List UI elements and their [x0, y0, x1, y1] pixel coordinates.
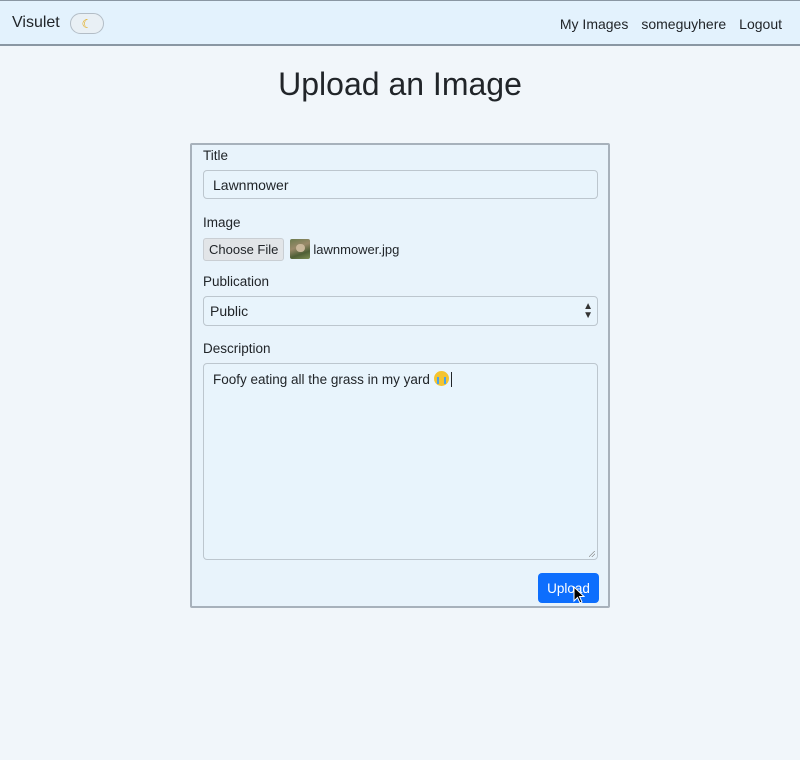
image-file-input: Choose File lawnmower.jpg — [203, 237, 399, 261]
publication-select-value: Public — [210, 303, 249, 319]
upload-button[interactable]: Upload — [538, 573, 599, 603]
choose-file-button[interactable]: Choose File — [203, 237, 285, 261]
select-arrows-icon: ▲ ▼ — [583, 301, 593, 321]
publication-label: Publication — [203, 274, 270, 289]
title-label: Title — [203, 148, 229, 163]
image-label: Image — [203, 215, 241, 230]
nav-link-username[interactable]: someguyhere — [641, 16, 726, 32]
resize-grip-icon[interactable] — [589, 551, 595, 557]
description-label: Description — [203, 341, 271, 356]
title-input-value: Lawnmower — [213, 177, 289, 193]
file-name: lawnmower.jpg — [313, 241, 400, 257]
description-text: Foofy eating all the grass in my yard — [213, 372, 430, 387]
image-thumbnail — [290, 239, 311, 259]
brand-link[interactable]: Visulet — [12, 14, 60, 32]
upload-form: Title Lawnmower Image Choose File lawnmo… — [190, 143, 610, 608]
page-title: Upload an Image — [278, 66, 522, 102]
title-input[interactable]: Lawnmower — [203, 170, 598, 199]
nav-links: My Images someguyhere Logout — [560, 16, 800, 32]
publication-select[interactable]: Public ▲ ▼ — [203, 296, 598, 326]
text-caret — [450, 372, 452, 387]
moon-icon: ☾ — [81, 16, 93, 31]
nav-link-my-images[interactable]: My Images — [560, 16, 628, 32]
navbar: Visulet ☾ My Images someguyhere Logout — [0, 0, 800, 46]
nav-link-logout[interactable]: Logout — [739, 16, 782, 32]
mouse-pointer-icon — [573, 586, 585, 604]
theme-toggle-button[interactable]: ☾ — [70, 13, 104, 34]
description-textarea[interactable]: Foofy eating all the grass in my yard — [203, 363, 598, 560]
sob-emoji-icon — [433, 371, 449, 386]
